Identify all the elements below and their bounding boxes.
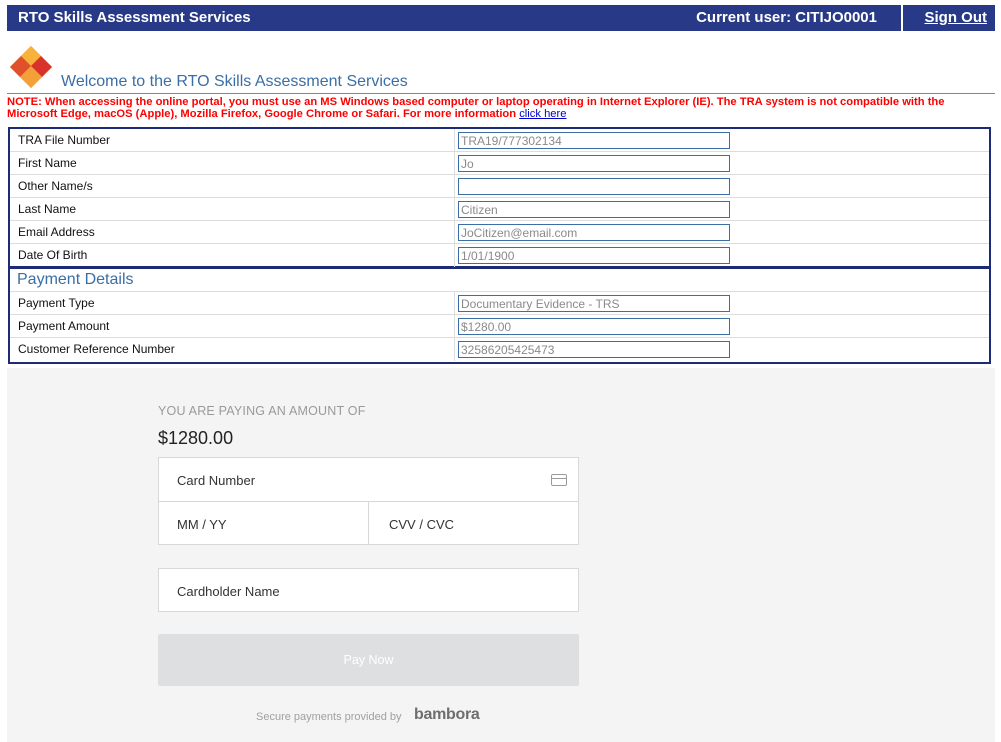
table-row: TRA File Number	[10, 129, 989, 152]
field-label: Email Address	[18, 225, 95, 239]
app-title: RTO Skills Assessment Services	[18, 9, 251, 26]
field-label: Other Name/s	[18, 179, 93, 193]
column-divider	[454, 198, 455, 220]
table-row: Customer Reference Number	[10, 338, 989, 361]
card-number-placeholder: Card Number	[177, 473, 256, 488]
table-row: Payment Type	[10, 292, 989, 315]
column-divider	[454, 244, 455, 267]
header-rule	[7, 93, 995, 94]
sign-out-link[interactable]: Sign Out	[925, 9, 988, 26]
email-address-field[interactable]	[458, 224, 730, 241]
field-label: Date Of Birth	[18, 248, 88, 262]
credit-card-icon	[551, 474, 567, 486]
field-label: Payment Type	[18, 296, 95, 310]
table-row: Date Of Birth	[10, 244, 989, 267]
table-row: First Name	[10, 152, 989, 175]
section-title: Payment Details	[17, 271, 134, 288]
current-user-label: Current user: CITIJO0001	[696, 9, 877, 26]
field-label: Customer Reference Number	[18, 342, 175, 356]
column-divider	[454, 338, 455, 361]
bambora-logo: bambora	[414, 706, 480, 723]
column-divider	[454, 315, 455, 337]
browser-compatibility-note: NOTE: When accessing the online portal, …	[7, 96, 995, 120]
expiry-input[interactable]: MM / YY	[159, 502, 369, 545]
tra-logo-icon	[10, 46, 52, 88]
field-label: Payment Amount	[18, 319, 110, 333]
column-divider	[454, 292, 455, 314]
payment-amount-field[interactable]	[458, 318, 730, 335]
card-number-input[interactable]: Card Number	[159, 458, 578, 502]
table-row: Last Name	[10, 198, 989, 221]
header-divider	[901, 5, 903, 31]
table-row: Other Name/s	[10, 175, 989, 198]
more-info-link[interactable]: click here	[519, 108, 566, 120]
applicant-details-table: TRA File Number First Name Other Name/s …	[8, 127, 991, 268]
welcome-heading: Welcome to the RTO Skills Assessment Ser…	[61, 73, 408, 90]
secure-payments-text: Secure payments provided by	[256, 711, 402, 723]
payment-details-heading: Payment Details	[10, 269, 989, 292]
table-row: Email Address	[10, 221, 989, 244]
card-details-group: Card Number MM / YY CVV / CVC	[158, 457, 579, 545]
payment-type-field[interactable]	[458, 295, 730, 312]
other-names-field[interactable]	[458, 178, 730, 195]
field-label: First Name	[18, 156, 77, 170]
cvv-input[interactable]: CVV / CVC	[369, 502, 579, 545]
pay-now-button[interactable]: Pay Now	[158, 634, 579, 686]
column-divider	[454, 175, 455, 197]
table-row: Payment Amount	[10, 315, 989, 338]
field-label: TRA File Number	[18, 133, 111, 147]
paying-amount-value: $1280.00	[158, 428, 234, 448]
customer-reference-field[interactable]	[458, 341, 730, 358]
column-divider	[454, 129, 455, 151]
last-name-field[interactable]	[458, 201, 730, 218]
cvv-placeholder: CVV / CVC	[389, 517, 455, 532]
column-divider	[454, 221, 455, 243]
note-text: NOTE: When accessing the online portal, …	[7, 96, 945, 120]
column-divider	[454, 152, 455, 174]
cardholder-placeholder: Cardholder Name	[177, 584, 280, 599]
expiry-placeholder: MM / YY	[177, 517, 227, 532]
payment-details-table: Payment Details Payment Type Payment Amo…	[8, 267, 991, 364]
field-label: Last Name	[18, 202, 77, 216]
tra-file-number-field[interactable]	[458, 132, 730, 149]
top-header-bar: RTO Skills Assessment Services Current u…	[7, 5, 995, 31]
date-of-birth-field[interactable]	[458, 247, 730, 264]
cardholder-name-input[interactable]: Cardholder Name	[158, 568, 579, 612]
paying-amount-label: YOU ARE PAYING AN AMOUNT OF	[158, 404, 366, 418]
first-name-field[interactable]	[458, 155, 730, 172]
